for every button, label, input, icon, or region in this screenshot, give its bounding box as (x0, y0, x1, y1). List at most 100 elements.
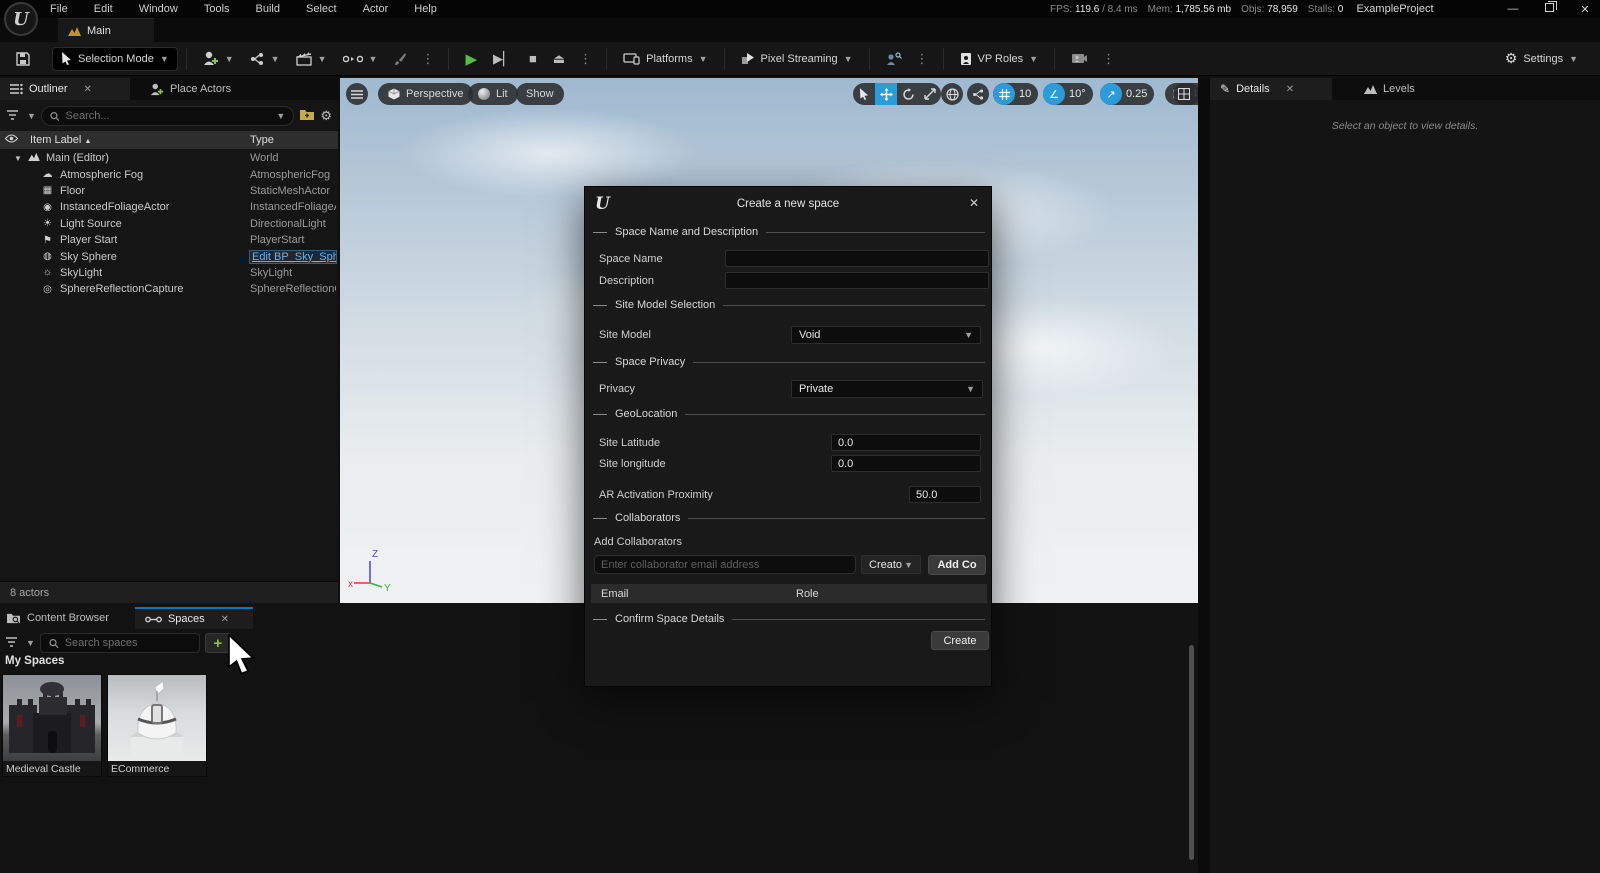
menu-tools[interactable]: Tools (204, 3, 230, 15)
settings-dropdown[interactable]: ⚙ Settings▼ (1497, 46, 1586, 71)
surface-snapping-button[interactable] (967, 83, 989, 105)
stop-icon: ■ (529, 51, 537, 66)
spaces-search-box[interactable] (40, 633, 200, 653)
selection-mode-dropdown[interactable]: Selection Mode▼ (52, 47, 178, 71)
menu-window[interactable]: Window (139, 3, 178, 15)
vertical-scrollbar[interactable] (1189, 645, 1194, 860)
spaces-filter-chevron-icon[interactable]: ▼ (26, 638, 35, 648)
site-model-dropdown[interactable]: Void▼ (791, 326, 981, 344)
tab-spaces[interactable]: Spaces ✕ (135, 607, 253, 629)
lit-sphere-icon (478, 88, 490, 100)
scale-snap-control[interactable]: ↗ 0.25 (1100, 83, 1154, 105)
privacy-dropdown[interactable]: Private▼ (791, 380, 983, 398)
scale-tool-button[interactable] (919, 83, 941, 105)
table-row-player-start[interactable]: ⚑ Player Start PlayerStart (0, 232, 338, 248)
collaborator-role-dropdown[interactable]: Creato▼ (861, 555, 921, 574)
save-button[interactable] (8, 48, 38, 70)
filter-icon[interactable] (6, 109, 22, 124)
close-details-tab-icon[interactable]: ✕ (1286, 84, 1294, 95)
table-row-instanced-foliage[interactable]: ◉ InstancedFoliageActor InstancedFoliage… (0, 199, 338, 215)
spaces-filter-icon[interactable] (5, 636, 21, 651)
rotation-snap-control[interactable]: ∠ 10° (1043, 83, 1093, 105)
collab-viewer-button[interactable] (878, 48, 910, 70)
move-tool-button[interactable] (875, 83, 897, 105)
collaborator-email-input[interactable] (594, 555, 856, 574)
outliner-settings-gear-icon[interactable]: ⚙ (320, 108, 332, 124)
site-longitude-input[interactable] (831, 455, 981, 472)
platforms-icon (623, 53, 640, 65)
table-row-skylight[interactable]: ☼ SkyLight SkyLight (0, 265, 338, 281)
tab-levels[interactable]: Levels (1354, 78, 1425, 100)
outliner-column-header[interactable]: Item Label ▲ Type (0, 131, 338, 149)
world-space-toggle[interactable] (941, 83, 963, 105)
create-button[interactable]: Create (931, 631, 989, 650)
column-type[interactable]: Type (250, 134, 274, 146)
virtual-camera-button[interactable] (1063, 48, 1096, 69)
menu-help[interactable]: Help (414, 3, 437, 15)
mouse-cursor (227, 634, 257, 677)
table-row-light-source[interactable]: ☀ Light Source DirectionalLight (0, 216, 338, 232)
edit-blueprint-link[interactable]: Edit BP_Sky_Sphe (250, 251, 336, 263)
outliner-search-input[interactable] (66, 110, 271, 122)
menu-actor[interactable]: Actor (363, 3, 389, 15)
vp-roles-dropdown[interactable]: VP Roles▼ (952, 48, 1047, 70)
close-spaces-tab-icon[interactable]: ✕ (221, 614, 229, 625)
show-dropdown[interactable]: Show (516, 83, 564, 105)
cinematics-dropdown[interactable]: ▼ (288, 48, 335, 70)
close-outliner-tab-icon[interactable]: ✕ (84, 84, 92, 95)
dialog-close-icon[interactable]: ✕ (969, 196, 979, 210)
description-input[interactable] (725, 272, 989, 289)
rotate-tool-button[interactable] (897, 83, 919, 105)
lit-dropdown[interactable]: Lit (468, 83, 518, 105)
add-actor-dropdown[interactable]: ▼ (195, 47, 242, 70)
tab-outliner[interactable]: Outliner ✕ (0, 78, 130, 100)
play-options-dots[interactable]: ⋮ (573, 51, 598, 67)
stop-button[interactable]: ■ (521, 47, 545, 70)
menu-select[interactable]: Select (306, 3, 337, 15)
frame-skip-button[interactable]: ▶▏ (485, 47, 521, 71)
minimize-button[interactable]: — (1506, 3, 1520, 15)
outliner-search-box[interactable]: ▼ (41, 106, 294, 126)
tab-main-level[interactable]: Main (58, 18, 154, 42)
space-card-ecommerce[interactable]: ECommerce (107, 674, 207, 777)
add-collaborator-button[interactable]: Add Co (928, 555, 986, 575)
paint-tool-button[interactable] (385, 48, 415, 70)
grid-snap-control[interactable]: 10 (993, 83, 1038, 105)
pixel-streaming-dropdown[interactable]: Pixel Streaming▼ (733, 48, 861, 69)
table-row-floor[interactable]: ▦ Floor StaticMeshActor (0, 183, 338, 199)
visibility-eye-icon[interactable] (0, 134, 22, 146)
site-latitude-input[interactable] (831, 434, 981, 451)
menu-edit[interactable]: Edit (94, 3, 113, 15)
eject-button[interactable]: ⏏ (545, 47, 573, 71)
toolbar-overflow-dots[interactable]: ⋮ (415, 51, 440, 67)
sequencer-dropdown[interactable]: ▼ (335, 49, 386, 69)
play-button[interactable]: ▶ (457, 46, 485, 72)
camera-options-dots[interactable]: ⋮ (1096, 51, 1121, 67)
menu-build[interactable]: Build (256, 3, 280, 15)
select-tool-button[interactable] (853, 83, 875, 105)
tab-place-actors[interactable]: Place Actors (140, 78, 241, 100)
viewport-options-menu[interactable] (346, 83, 368, 105)
expand-caret-icon[interactable]: ▼ (14, 154, 26, 163)
collab-options-dots[interactable]: ⋮ (910, 51, 935, 67)
blueprints-dropdown[interactable]: ▼ (242, 48, 288, 70)
table-row-atmospheric-fog[interactable]: ☁ Atmospheric Fog AtmosphericFog (0, 166, 338, 182)
table-row-main-editor[interactable]: ▼ Main (Editor) World (0, 150, 338, 166)
tab-details[interactable]: ✎ Details ✕ (1210, 78, 1332, 100)
space-card-medieval-castle[interactable]: Medieval Castle (2, 674, 102, 777)
tab-content-browser[interactable]: Content Browser (0, 607, 119, 629)
table-row-sphere-reflection[interactable]: ◎ SphereReflectionCapture SphereReflecti… (0, 281, 338, 297)
maximize-viewport-button[interactable] (1173, 83, 1195, 105)
column-item-label[interactable]: Item Label ▲ (30, 134, 91, 146)
menu-file[interactable]: File (50, 3, 68, 15)
platforms-dropdown[interactable]: Platforms▼ (615, 49, 715, 69)
perspective-dropdown[interactable]: Perspective (378, 83, 473, 105)
close-button[interactable]: ✕ (1578, 3, 1592, 16)
new-folder-icon[interactable] (299, 108, 315, 124)
ar-activation-proximity-input[interactable] (909, 486, 981, 503)
table-row-sky-sphere[interactable]: ◍ Sky Sphere Edit BP_Sky_Sphe (0, 248, 338, 264)
spaces-search-input[interactable] (65, 637, 191, 649)
restore-button[interactable] (1542, 3, 1556, 15)
space-name-input[interactable] (725, 250, 989, 267)
filter-chevron-icon[interactable]: ▼ (27, 111, 36, 121)
